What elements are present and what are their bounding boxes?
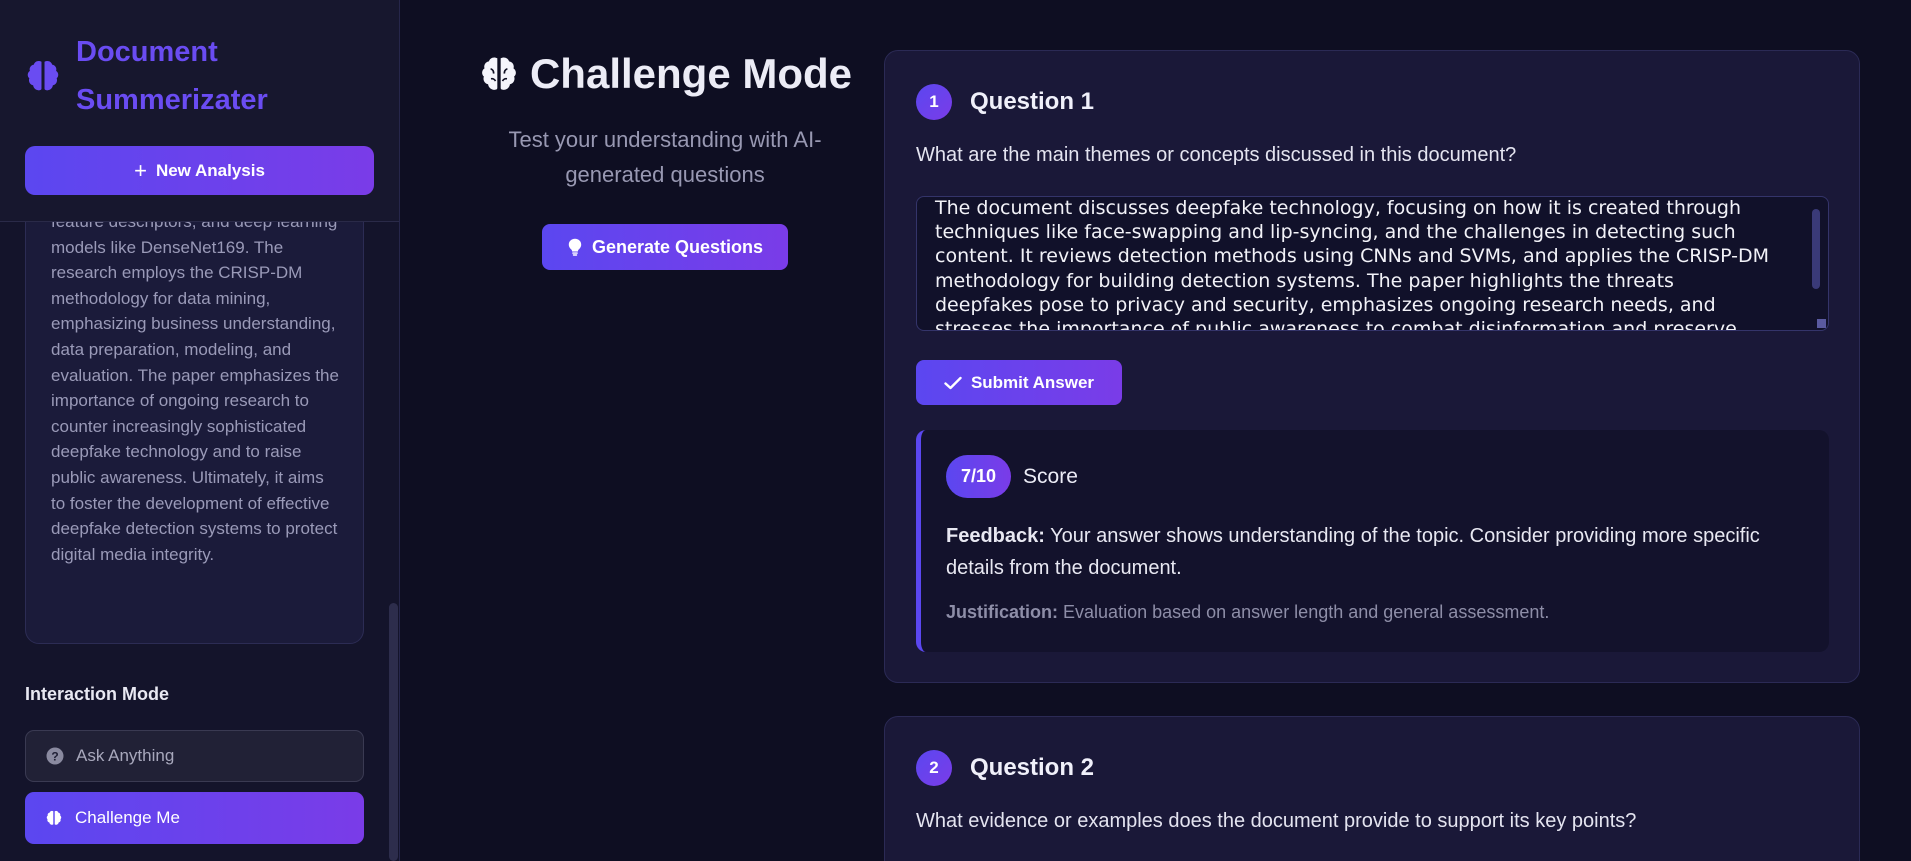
feedback-panel: 7/10 Score Feedback: Your answer shows u… <box>916 430 1829 652</box>
submit-answer-button[interactable]: Submit Answer <box>916 360 1122 405</box>
ask-anything-label: Ask Anything <box>76 746 175 765</box>
sidebar-header: Document Summerizater + New Analysis <box>0 0 399 222</box>
svg-text:?: ? <box>51 750 58 764</box>
challenge-intro: Challenge Mode Test your understanding w… <box>440 50 890 270</box>
generate-questions-button[interactable]: Generate Questions <box>542 224 788 270</box>
justification-body: Evaluation based on answer length and ge… <box>1063 602 1550 622</box>
answer-scrollbar-thumb[interactable] <box>1812 209 1820 289</box>
ask-anything-button[interactable]: ? Ask Anything <box>25 730 364 782</box>
answer-textarea[interactable]: The document discusses deepfake technolo… <box>916 196 1829 331</box>
page-title-text: Challenge Mode <box>529 50 853 97</box>
sidebar-scrollbar-thumb[interactable] <box>389 603 398 861</box>
page-subtitle: Test your understanding with AI-generate… <box>508 127 822 187</box>
justification-text: Justification: Evaluation based on answe… <box>946 602 1549 623</box>
challenge-me-button[interactable]: Challenge Me <box>25 792 364 844</box>
sidebar: feature descriptors, and deep learning m… <box>0 0 400 861</box>
question-number-badge: 1 <box>916 84 952 120</box>
plus-icon: + <box>134 157 147 183</box>
question-text: What are the main themes or concepts dis… <box>916 144 1517 166</box>
question-circle-icon: ? <box>46 747 64 765</box>
question-header: 1 Question 1 <box>916 84 1094 120</box>
brand[interactable]: Document Summerizater <box>24 28 326 124</box>
brain-icon <box>27 61 59 91</box>
check-icon <box>944 376 962 389</box>
question-card: 1 Question 1 What are the main themes or… <box>884 50 1860 683</box>
page-title: Challenge Mode <box>440 50 890 98</box>
lightbulb-icon <box>568 238 582 256</box>
question-header: 2 Question 2 <box>916 750 1094 786</box>
score-row: 7/10 Score <box>946 455 1078 498</box>
score-label: Score <box>1023 464 1078 488</box>
summary-text: feature descriptors, and deep learning m… <box>51 212 339 564</box>
submit-answer-label: Submit Answer <box>970 372 1095 392</box>
question-title: Question 1 <box>970 88 1095 115</box>
question-number-badge: 2 <box>916 750 952 786</box>
brain-icon <box>46 810 62 825</box>
question-text: What evidence or examples does the docum… <box>916 810 1637 832</box>
justification-label: Justification: <box>946 602 1059 622</box>
new-analysis-button[interactable]: + New Analysis <box>25 146 374 195</box>
question-card: 2 Question 2 What evidence or examples d… <box>884 716 1860 861</box>
challenge-me-label: Challenge Me <box>75 808 180 827</box>
feedback-text: Feedback: Your answer shows understandin… <box>946 520 1766 584</box>
answer-text: The document discusses deepfake technolo… <box>935 197 1769 331</box>
question-title: Question 2 <box>970 754 1095 781</box>
brain-icon <box>482 57 516 90</box>
new-analysis-label: New Analysis <box>155 160 265 180</box>
brand-title: Document Summerizater <box>76 36 268 116</box>
generate-questions-label: Generate Questions <box>591 236 764 257</box>
feedback-label: Feedback: <box>946 525 1045 547</box>
summary-card: feature descriptors, and deep learning m… <box>25 150 364 644</box>
interaction-mode-heading: Interaction Mode <box>25 684 170 704</box>
feedback-body: Your answer shows understanding of the t… <box>946 525 1760 579</box>
score-badge: 7/10 <box>946 455 1012 498</box>
resize-handle-icon[interactable] <box>1817 319 1826 328</box>
